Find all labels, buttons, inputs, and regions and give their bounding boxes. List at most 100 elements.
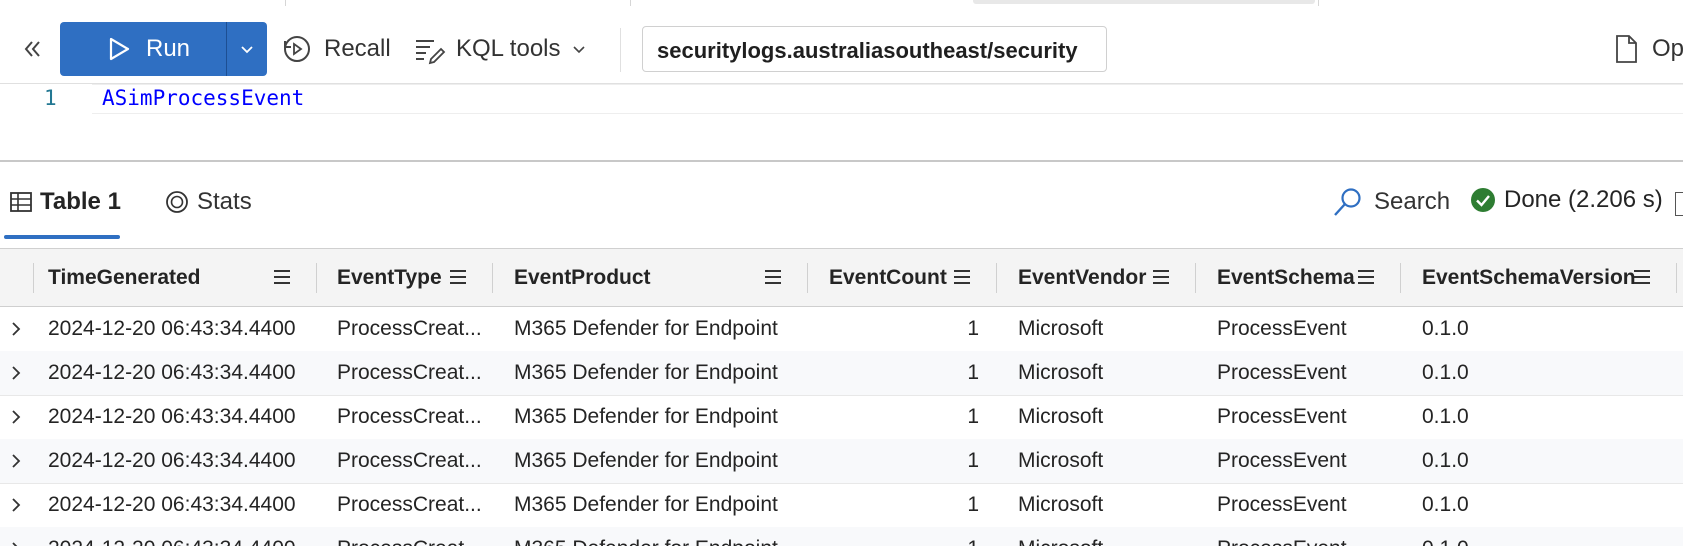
table-cell-eventcount[interactable]: 1 xyxy=(829,483,979,527)
table-cell-eventschema[interactable]: ProcessEvent xyxy=(1217,483,1347,527)
chevron-right-icon[interactable] xyxy=(8,451,24,471)
column-header-timegenerated[interactable]: TimeGenerated xyxy=(48,249,201,306)
column-menu-icon[interactable] xyxy=(1632,267,1652,287)
chevron-down-icon xyxy=(241,46,253,54)
table-cell-eventschemaversion[interactable]: 0.1.0 xyxy=(1422,527,1469,546)
column-header-eventcount[interactable]: EventCount xyxy=(829,249,947,306)
table-cell-eventschemaversion[interactable]: 0.1.0 xyxy=(1422,395,1469,439)
table-row[interactable]: 2024-12-20 06:43:34.4400 ProcessCreat... M… xyxy=(0,395,1683,440)
table-cell-eventproduct[interactable]: M365 Defender for Endpoint xyxy=(514,307,778,351)
run-options-dropdown[interactable] xyxy=(227,22,267,76)
table-cell-eventschemaversion[interactable]: 0.1.0 xyxy=(1422,483,1469,527)
table-cell-eventvendor[interactable]: Microsoft xyxy=(1018,395,1103,439)
table-cell-eventtype[interactable]: ProcessCreat... xyxy=(337,527,482,546)
tab-stats-label: Stats xyxy=(197,188,252,215)
table-cell-eventtype[interactable]: ProcessCreat... xyxy=(337,351,482,395)
chevron-right-icon[interactable] xyxy=(8,319,24,339)
tab-table-1[interactable]: Table 1 xyxy=(10,188,121,216)
column-header-eventtype[interactable]: EventType xyxy=(337,249,442,306)
table-cell-eventvendor[interactable]: Microsoft xyxy=(1018,439,1103,483)
column-menu-icon[interactable] xyxy=(952,267,972,287)
table-cell-eventvendor[interactable]: Microsoft xyxy=(1018,307,1103,351)
search-button[interactable]: Search xyxy=(1332,186,1450,218)
column-menu-icon[interactable] xyxy=(1356,267,1376,287)
table-cell-eventproduct[interactable]: M365 Defender for Endpoint xyxy=(514,527,778,546)
table-cell-eventproduct[interactable]: M365 Defender for Endpoint xyxy=(514,483,778,527)
table-row[interactable]: 2024-12-20 06:43:34.4400 ProcessCreat... M… xyxy=(0,351,1683,396)
collapse-panel-button[interactable] xyxy=(18,35,46,63)
kql-tools-icon xyxy=(416,40,446,65)
table-cell-timegenerated[interactable]: 2024-12-20 06:43:34.4400 xyxy=(48,483,296,527)
tab-stats[interactable]: Stats xyxy=(165,188,252,216)
table-cell-timegenerated[interactable]: 2024-12-20 06:43:34.4400 xyxy=(48,307,296,351)
table-cell-eventtype[interactable]: ProcessCreat... xyxy=(337,439,482,483)
table-cell-eventproduct[interactable]: M365 Defender for Endpoint xyxy=(514,351,778,395)
run-button[interactable]: Run xyxy=(60,22,226,76)
table-icon xyxy=(10,192,32,212)
column-menu-icon[interactable] xyxy=(1151,267,1171,287)
chevron-right-icon[interactable] xyxy=(8,495,24,515)
query-editor[interactable]: 1 ASimProcessEvent xyxy=(0,84,1683,162)
panel-toggle-icon[interactable] xyxy=(1675,192,1683,216)
column-separator xyxy=(492,263,493,293)
kql-tools-button[interactable]: KQL tools xyxy=(412,22,587,76)
column-header-eventproduct[interactable]: EventProduct xyxy=(514,249,651,306)
recall-button[interactable]: Recall xyxy=(280,22,391,76)
column-menu-icon[interactable] xyxy=(763,267,783,287)
table-cell-timegenerated[interactable]: 2024-12-20 06:43:34.4400 xyxy=(48,351,296,395)
chevron-right-icon[interactable] xyxy=(8,539,24,546)
table-cell-eventschema[interactable]: ProcessEvent xyxy=(1217,307,1347,351)
column-separator xyxy=(1676,263,1677,293)
query-scope-field[interactable]: securitylogs.australiasoutheast/security xyxy=(642,26,1107,72)
document-icon xyxy=(1616,35,1637,63)
table-cell-eventvendor[interactable]: Microsoft xyxy=(1018,351,1103,395)
table-cell-timegenerated[interactable]: 2024-12-20 06:43:34.4400 xyxy=(48,439,296,483)
table-cell-eventcount[interactable]: 1 xyxy=(829,527,979,546)
table-cell-eventschema[interactable]: ProcessEvent xyxy=(1217,395,1347,439)
table-cell-eventtype[interactable]: ProcessCreat... xyxy=(337,395,482,439)
column-separator xyxy=(316,263,317,293)
table-cell-eventcount[interactable]: 1 xyxy=(829,307,979,351)
chevron-right-icon[interactable] xyxy=(8,407,24,427)
column-menu-icon[interactable] xyxy=(448,267,468,287)
table-cell-eventcount[interactable]: 1 xyxy=(829,351,979,395)
table-cell-eventproduct[interactable]: M365 Defender for Endpoint xyxy=(514,395,778,439)
success-check-icon xyxy=(1471,188,1495,212)
table-row[interactable]: 2024-12-20 06:43:34.4400 ProcessCreat... M… xyxy=(0,483,1683,528)
open-button[interactable]: Op xyxy=(1612,22,1683,76)
table-cell-eventschema[interactable]: ProcessEvent xyxy=(1217,351,1347,395)
query-code-line[interactable]: ASimProcessEvent xyxy=(102,86,304,110)
table-row[interactable]: 2024-12-20 06:43:34.4400 ProcessCreat... M… xyxy=(0,527,1683,546)
column-menu-icon[interactable] xyxy=(272,267,292,287)
table-cell-eventvendor[interactable]: Microsoft xyxy=(1018,527,1103,546)
table-row[interactable]: 2024-12-20 06:43:34.4400 ProcessCreat... M… xyxy=(0,307,1683,352)
table-cell-timegenerated[interactable]: 2024-12-20 06:43:34.4400 xyxy=(48,395,296,439)
table-cell-eventtype[interactable]: ProcessCreat... xyxy=(337,307,482,351)
table-cell-eventschema[interactable]: ProcessEvent xyxy=(1217,439,1347,483)
column-header-eventvendor[interactable]: EventVendor xyxy=(1018,249,1146,306)
table-cell-eventschemaversion[interactable]: 0.1.0 xyxy=(1422,351,1469,395)
query-status: Done (2.206 s) xyxy=(1470,186,1663,214)
run-button-group: Run xyxy=(60,22,267,76)
kql-tools-label: KQL tools xyxy=(456,35,561,62)
table-cell-eventschemaversion[interactable]: 0.1.0 xyxy=(1422,439,1469,483)
table-cell-eventschemaversion[interactable]: 0.1.0 xyxy=(1422,307,1469,351)
chevron-right-icon[interactable] xyxy=(8,363,24,383)
tab-table-1-label: Table 1 xyxy=(40,188,121,215)
table-cell-eventtype[interactable]: ProcessCreat... xyxy=(337,483,482,527)
table-cell-eventcount[interactable]: 1 xyxy=(829,439,979,483)
search-icon xyxy=(1334,188,1361,216)
table-row[interactable]: 2024-12-20 06:43:34.4400 ProcessCreat... M… xyxy=(0,439,1683,484)
table-cell-eventproduct[interactable]: M365 Defender for Endpoint xyxy=(514,439,778,483)
column-header-eventschema[interactable]: EventSchema xyxy=(1217,249,1355,306)
results-header: Table 1 Stats Search Done (2.206 s) xyxy=(0,162,1683,249)
table-cell-eventvendor[interactable]: Microsoft xyxy=(1018,483,1103,527)
toolbar-divider xyxy=(620,28,621,72)
double-chevron-left-icon xyxy=(24,41,40,57)
column-header-eventschemaversion[interactable]: EventSchemaVersion xyxy=(1422,249,1636,306)
table-cell-timegenerated[interactable]: 2024-12-20 06:43:34.4400 xyxy=(48,527,296,546)
current-line-highlight xyxy=(92,84,1683,114)
table-cell-eventschema[interactable]: ProcessEvent xyxy=(1217,527,1347,546)
top-tab-active[interactable] xyxy=(973,0,1315,4)
table-cell-eventcount[interactable]: 1 xyxy=(829,395,979,439)
